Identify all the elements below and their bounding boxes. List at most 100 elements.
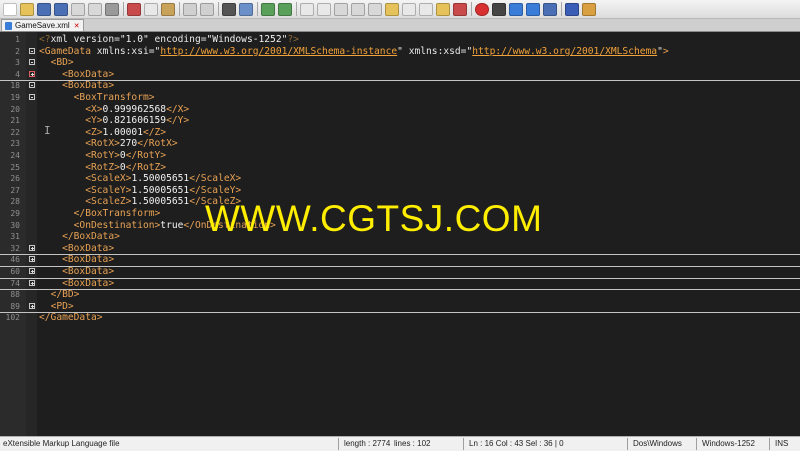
line-number: 4	[15, 69, 20, 79]
save-icon[interactable]	[37, 2, 51, 16]
code-text: <Z>1.00001</Z>	[85, 126, 167, 138]
text-cursor-icon: I	[44, 124, 51, 137]
close-icon[interactable]	[71, 2, 85, 16]
status-mode[interactable]: INS	[775, 439, 788, 448]
code-text: <BoxData>	[62, 80, 115, 92]
code-line[interactable]: 25 <RotZ>0</RotZ>	[0, 162, 800, 174]
code-line[interactable]: 2 <GameData xmlns:xsi="http://www.w3.org/…	[0, 46, 800, 58]
fold-collapse-icon[interactable]	[29, 82, 35, 89]
run-macro-multiple-icon[interactable]	[526, 2, 540, 16]
code-line[interactable]: 27 <ScaleY>1.50005651</ScaleY>	[0, 185, 800, 197]
code-text: </GameData>	[39, 312, 103, 324]
code-text: <ScaleX>1.50005651</ScaleX>	[85, 173, 242, 185]
fold-expand-icon[interactable]	[29, 70, 35, 77]
close-all-icon[interactable]	[88, 2, 102, 16]
fold-expand-icon[interactable]	[29, 268, 35, 274]
show-all-chars-icon[interactable]	[351, 2, 365, 16]
line-number: 32	[10, 243, 20, 253]
code-line[interactable]: 88 </BD>	[0, 289, 800, 301]
fold-expand-icon[interactable]	[29, 256, 35, 263]
status-lines: lines : 102	[394, 439, 431, 448]
code-text: <PD>	[50, 300, 74, 312]
code-line[interactable]: 1 <?xml version="1.0" encoding="Windows-1…	[0, 34, 800, 46]
line-number: 88	[10, 290, 20, 300]
line-number: 23	[10, 139, 20, 149]
folder-workspace-icon[interactable]	[436, 2, 450, 16]
play-macro-icon[interactable]	[509, 2, 523, 16]
file-icon	[5, 21, 12, 30]
new-file-icon[interactable]	[3, 2, 17, 16]
code-line[interactable]: 18 <BoxData>	[0, 80, 800, 92]
line-number: 26	[10, 174, 20, 184]
tab-gamesave-xml[interactable]: GameSave.xml ✕	[1, 19, 84, 31]
code-text: <BoxData>	[62, 254, 115, 266]
word-wrap-icon[interactable]	[334, 2, 348, 16]
code-line[interactable]: 3 <BD>	[0, 57, 800, 69]
spell-check-icon[interactable]	[565, 2, 579, 16]
code-text: <RotX>270</RotX>	[85, 138, 178, 150]
indent-guide-icon[interactable]	[368, 2, 382, 16]
code-line[interactable]: 26 <ScaleX>1.50005651</ScaleX>	[0, 173, 800, 185]
cut-icon[interactable]	[127, 2, 141, 16]
status-bar: eXtensible Markup Language file length :…	[0, 436, 800, 451]
code-text: <RotY>0</RotY>	[85, 150, 167, 161]
code-line[interactable]: 24 <RotY>0</RotY>	[0, 150, 800, 162]
fold-expand-icon[interactable]	[29, 279, 35, 286]
code-text: <GameData xmlns:xsi="http://www.w3.org/2…	[39, 45, 669, 57]
line-number: 31	[10, 232, 20, 242]
record-macro-icon[interactable]	[475, 2, 489, 16]
code-line[interactable]: 22 <Z>1.00001</Z>	[0, 127, 800, 139]
line-number: 2	[15, 46, 20, 56]
status-encoding[interactable]: Windows-1252	[702, 439, 755, 448]
fold-collapse-icon[interactable]	[29, 94, 35, 100]
fold-expand-icon[interactable]	[29, 302, 35, 309]
status-eol[interactable]: Dos\Windows	[633, 439, 682, 448]
plugin-icon[interactable]	[582, 2, 596, 16]
tab-close-icon[interactable]: ✕	[74, 22, 80, 30]
status-divider	[627, 438, 628, 450]
monitoring-icon[interactable]	[453, 2, 467, 16]
document-map-icon[interactable]	[402, 2, 416, 16]
fold-collapse-icon[interactable]	[29, 59, 35, 66]
status-divider	[696, 438, 697, 450]
save-all-icon[interactable]	[54, 2, 68, 16]
print-icon[interactable]	[105, 2, 119, 16]
toolbar	[0, 0, 800, 19]
fold-expand-icon[interactable]	[29, 244, 35, 251]
copy-icon[interactable]	[144, 2, 158, 16]
toolbar-separator	[123, 2, 124, 16]
zoom-in-icon[interactable]	[261, 2, 275, 16]
code-line[interactable]: 20 <X>0.999962568</X>	[0, 104, 800, 116]
toolbar-separator	[179, 2, 180, 16]
stop-recording-icon[interactable]	[492, 2, 506, 16]
watermark: WWW.CGTSJ.COM	[205, 198, 543, 239]
save-macro-icon[interactable]	[543, 2, 557, 16]
function-list-icon[interactable]	[419, 2, 433, 16]
code-text: <Y>0.821606159</Y>	[85, 115, 190, 127]
status-divider	[769, 438, 770, 450]
line-number: 3	[15, 58, 20, 68]
fold-collapse-icon[interactable]	[29, 47, 35, 54]
find-icon[interactable]	[222, 2, 236, 16]
zoom-out-icon[interactable]	[278, 2, 292, 16]
replace-icon[interactable]	[239, 2, 253, 16]
redo-icon[interactable]	[200, 2, 214, 16]
user-language-icon[interactable]	[385, 2, 399, 16]
open-file-icon[interactable]	[20, 2, 34, 16]
tab-bar: GameSave.xml ✕	[0, 19, 800, 32]
code-line[interactable]: 21 <Y>0.821606159</Y>	[0, 115, 800, 127]
sync-vertical-icon[interactable]	[300, 2, 314, 16]
status-divider	[463, 438, 464, 450]
sync-horizontal-icon[interactable]	[317, 2, 331, 16]
undo-icon[interactable]	[183, 2, 197, 16]
code-line[interactable]: 23 <RotX>270</RotX>	[0, 138, 800, 150]
status-divider	[338, 438, 339, 450]
line-number: 1	[15, 35, 20, 44]
code-text: <ScaleY>1.50005651</ScaleY>	[85, 184, 242, 196]
code-line[interactable]: 102 </GameData>	[0, 312, 800, 324]
paste-icon[interactable]	[161, 2, 175, 16]
status-filetype: eXtensible Markup Language file	[3, 439, 120, 448]
code-text: <BoxTransform>	[73, 92, 155, 103]
toolbar-separator	[561, 2, 562, 16]
code-line[interactable]: 19 <BoxTransform>	[0, 92, 800, 104]
